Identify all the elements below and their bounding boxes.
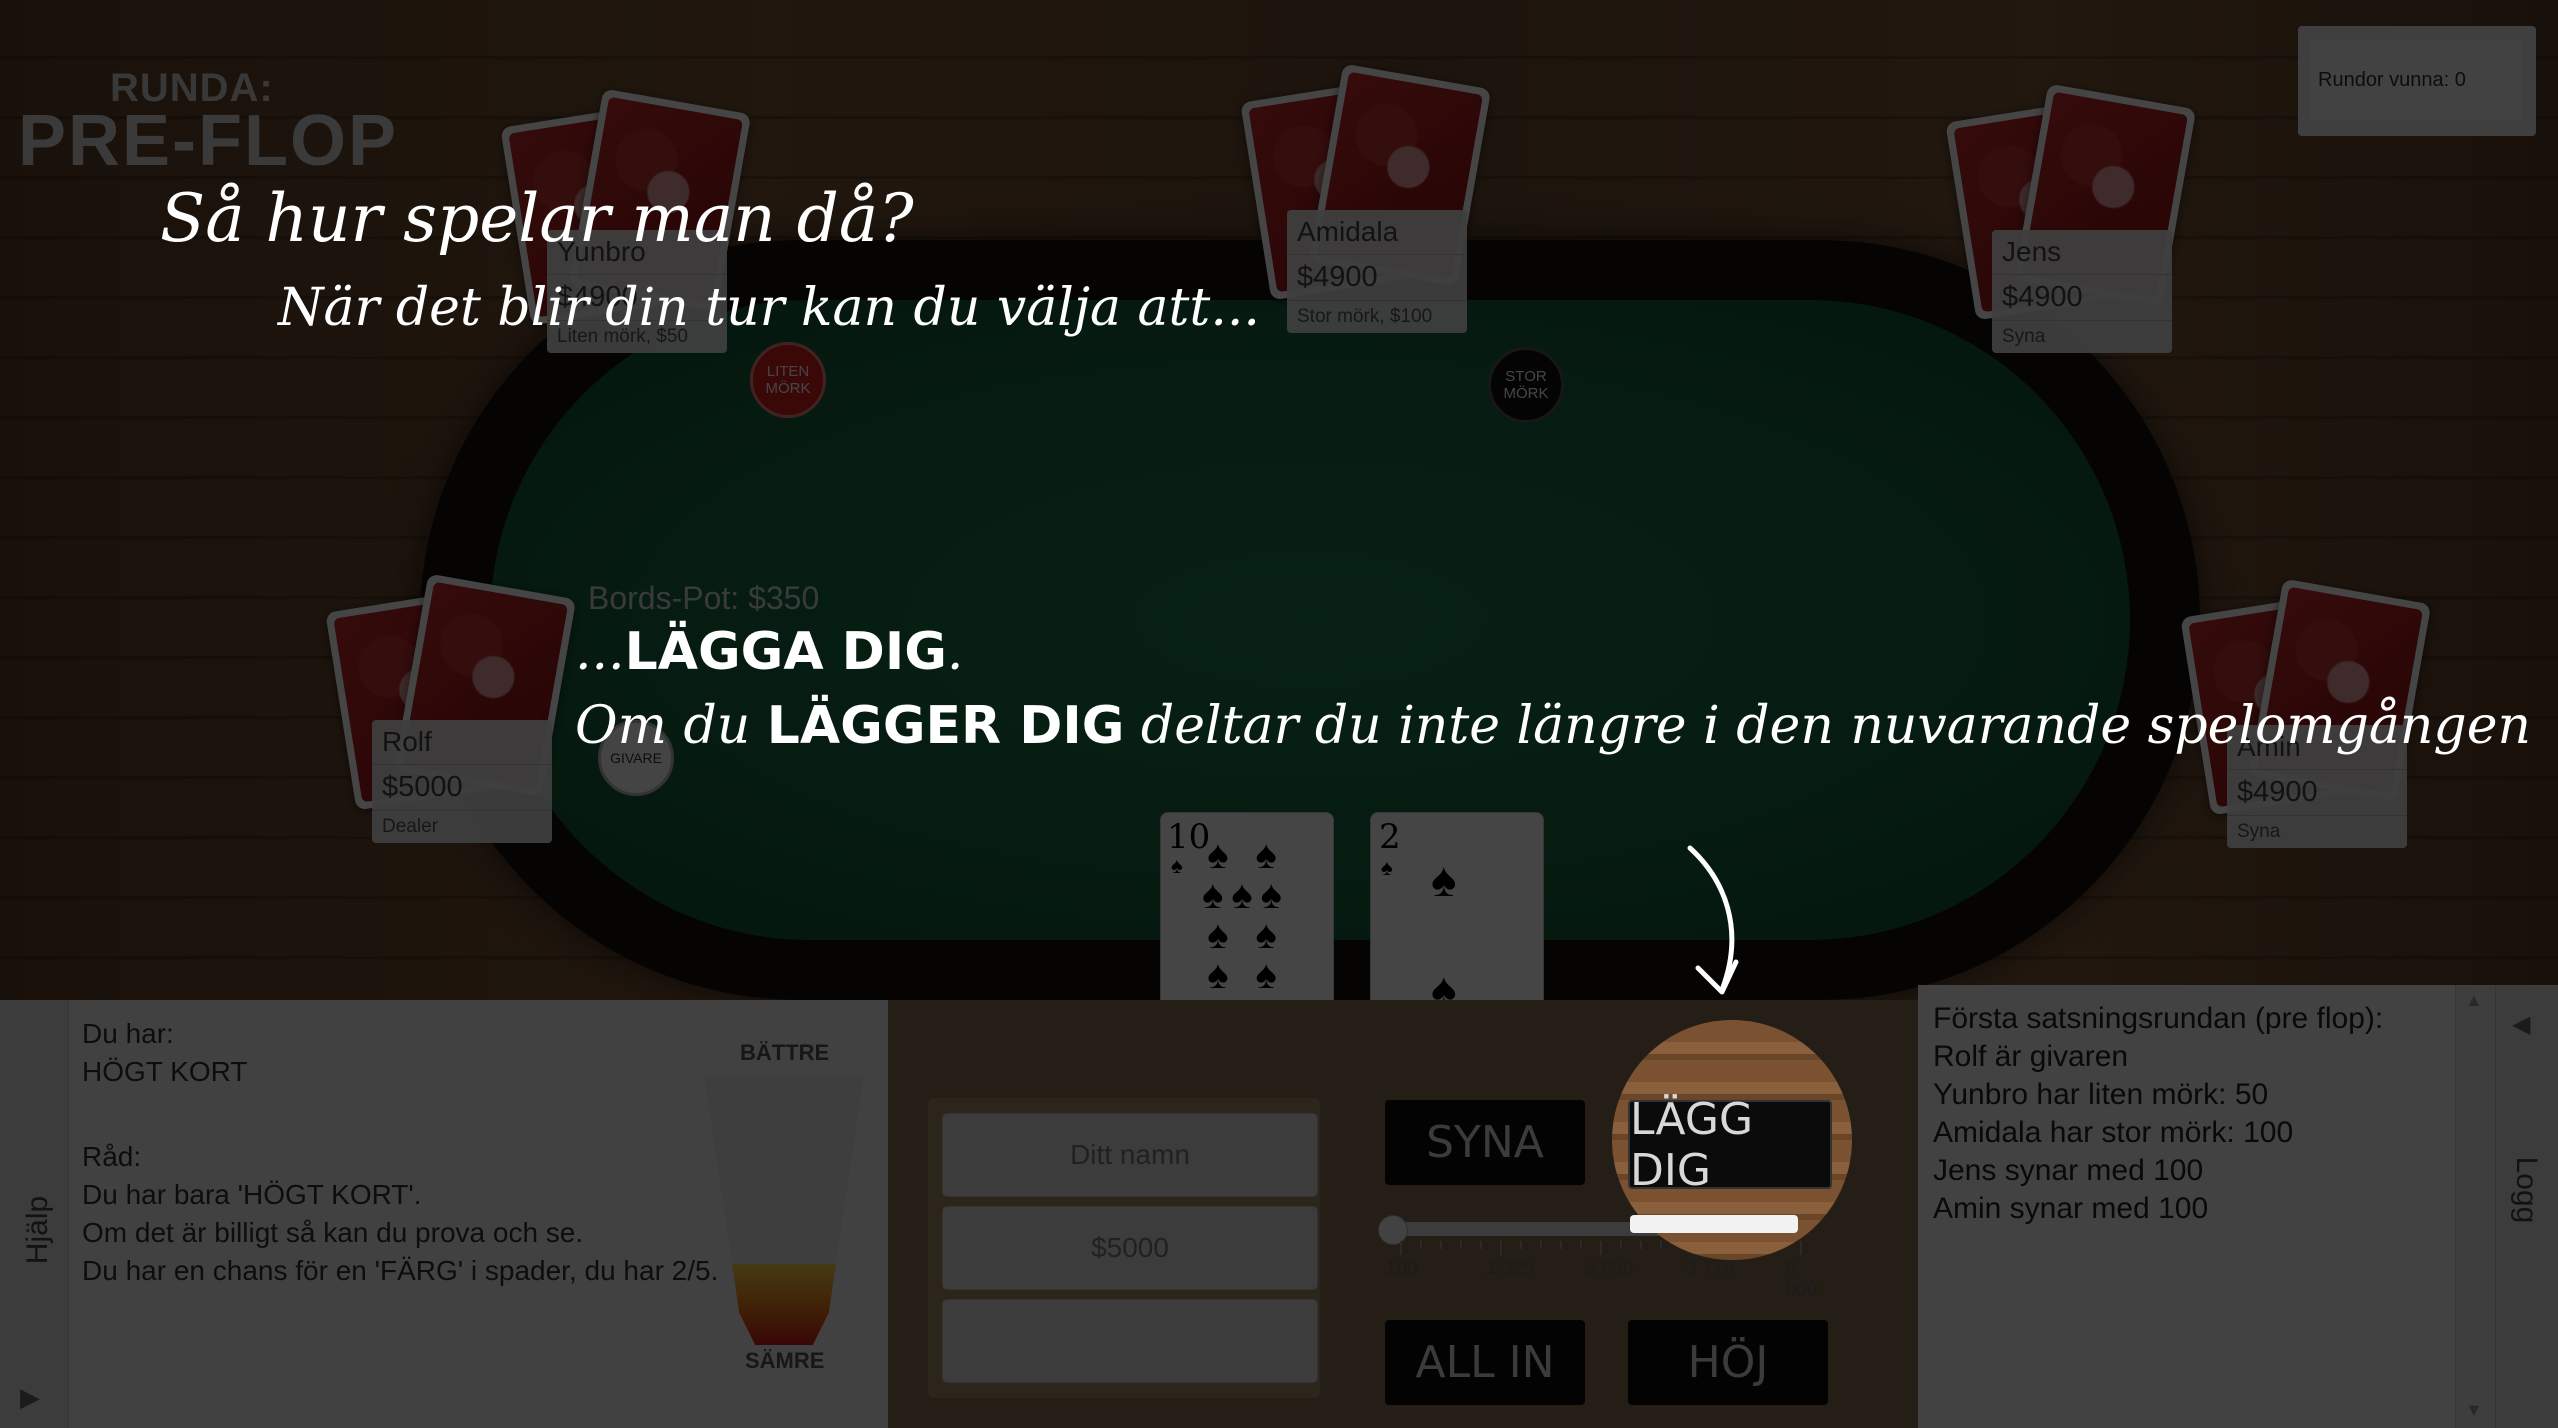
log-line: Amin synar med 100 [1933, 1192, 2209, 1225]
spade-icon: ♠ [1431, 854, 1457, 907]
spade-icon: ♠ [1171, 853, 1183, 878]
scroll-up-icon[interactable]: ▲ [2465, 990, 2483, 1011]
you-have-label: Du har: [82, 1018, 174, 1049]
advice-line: Om det är billigt så kan du prova och se… [82, 1217, 584, 1248]
player-name: Rolf [372, 720, 552, 765]
hand-value: HÖGT KORT [82, 1056, 248, 1087]
slider-tick [1460, 1241, 1462, 1249]
slider-tick-label: 3 775 [1686, 1258, 1734, 1279]
call-button[interactable]: SYNA [1385, 1100, 1585, 1185]
card-rank: 2 [1379, 817, 1401, 857]
slider-tick [1620, 1241, 1622, 1249]
slider-tick [1400, 1241, 1402, 1255]
slider-tick [1420, 1241, 1422, 1249]
log-line: Rolf är givaren [1933, 1040, 2129, 1073]
player-money: $4900 [2227, 770, 2407, 816]
player-jens: Jens $4900 Syna [1945, 83, 2197, 375]
player-rolf: Rolf $5000 Dealer [325, 573, 577, 865]
slider-tick [1480, 1241, 1482, 1249]
slider-tick [1540, 1241, 1542, 1249]
tutorial-line1-prefix: ... [575, 622, 625, 682]
tutorial-line2: Om du LÄGGER DIG deltar du inte längre i… [575, 696, 2531, 756]
tutorial-line1-bold: LÄGGA DIG [624, 622, 947, 682]
player-status: Dealer [382, 816, 438, 837]
player-status: Stor mörk, $100 [1297, 306, 1433, 327]
advice-label: Råd: [82, 1141, 142, 1172]
player-plate: Rolf $5000 Dealer [372, 720, 552, 843]
slider-highlight [1630, 1215, 1798, 1233]
log-tab-label[interactable]: Logg [2496, 1130, 2556, 1250]
slider-tick [1520, 1241, 1522, 1249]
slider-tick-label: 2 550 [1586, 1258, 1634, 1279]
spade-icon: ♠ [1381, 855, 1393, 880]
player-name-field[interactable]: Ditt namn [942, 1113, 1318, 1197]
tutorial-line2-post: deltar du inte längre i den nuvarande sp… [1124, 696, 2531, 756]
slider-tick-labels: 100 1 325 2 550 3 775 5 000 [1386, 1258, 1818, 1301]
tutorial-subheading: När det blir din tur kan du välja att... [278, 278, 1260, 338]
slider-tick [1440, 1241, 1442, 1249]
slider-tick-label: 100 [1386, 1258, 1418, 1279]
slider-tick [1640, 1241, 1642, 1249]
log-line: Yunbro har liten mörk: 50 [1933, 1078, 2269, 1111]
player-money: $4900 [1992, 275, 2172, 321]
log-line: Jens synar med 100 [1933, 1154, 2204, 1187]
tutorial-line1: ...LÄGGA DIG. [575, 622, 963, 682]
player-money-display: $5000 [942, 1206, 1318, 1290]
advice-line: Du har en chans för en 'FÄRG' i spader, … [82, 1255, 719, 1286]
player-status: Syna [2237, 821, 2281, 842]
slider-tick [1560, 1241, 1562, 1249]
player-amidala: Amidala $4900 Stor mörk, $100 [1240, 63, 1492, 355]
small-blind-chip: LITEN MÖRK [750, 342, 826, 418]
tutorial-line2-bold: LÄGGER DIG [766, 696, 1125, 756]
meter-top-label: BÄTTRE [740, 1040, 830, 1065]
player-extra-box [942, 1299, 1318, 1383]
slider-tick [1660, 1241, 1662, 1249]
slider-tick [1600, 1241, 1602, 1255]
log-scrollbar[interactable] [2455, 985, 2496, 1428]
player-money: $4900 [1287, 255, 1467, 301]
all-in-button[interactable]: ALL IN [1385, 1320, 1585, 1405]
log-line: Amidala har stor mörk: 100 [1933, 1116, 2294, 1149]
slider-tick [1580, 1241, 1582, 1249]
play-triangle-icon[interactable]: ▶ [20, 1382, 40, 1413]
collapse-triangle-icon[interactable]: ◀ [2512, 1010, 2530, 1039]
tutorial-line2-pre: Om du [575, 696, 767, 756]
fold-button[interactable]: LÄGG DIG [1628, 1094, 1832, 1196]
rounds-won-text: Rundor vunna: 0 [2310, 40, 2522, 120]
player-name: Amidala [1287, 210, 1467, 255]
slider-tick-label: 5 000 [1786, 1258, 1818, 1301]
player-plate: Amidala $4900 Stor mörk, $100 [1287, 210, 1467, 333]
player-status: Syna [2002, 326, 2046, 347]
slider-tick [1500, 1241, 1502, 1255]
slider-tick [1800, 1241, 1802, 1255]
scroll-down-icon[interactable]: ▼ [2465, 1400, 2483, 1421]
player-name: Jens [1992, 230, 2172, 275]
advice-line: Du har bara 'HÖGT KORT'. [82, 1179, 422, 1210]
tutorial-heading: Så hur spelar man då? [160, 180, 914, 257]
tutorial-line1-suffix: . [946, 622, 964, 682]
arrow-icon [1687, 845, 1739, 995]
meter-bottom-label: SÄMRE [745, 1348, 825, 1373]
player-money: $5000 [372, 765, 552, 811]
log-line: Första satsningsrundan (pre flop): [1933, 1002, 2384, 1035]
slider-tick-label: 1 325 [1486, 1258, 1534, 1279]
player-plate: Jens $4900 Syna [1992, 230, 2172, 353]
raise-button[interactable]: HÖJ [1628, 1320, 1828, 1405]
round-phase: PRE-FLOP [18, 101, 399, 181]
table-pot: Bords-Pot: $350 [588, 580, 820, 616]
big-blind-chip: STOR MÖRK [1488, 347, 1564, 423]
